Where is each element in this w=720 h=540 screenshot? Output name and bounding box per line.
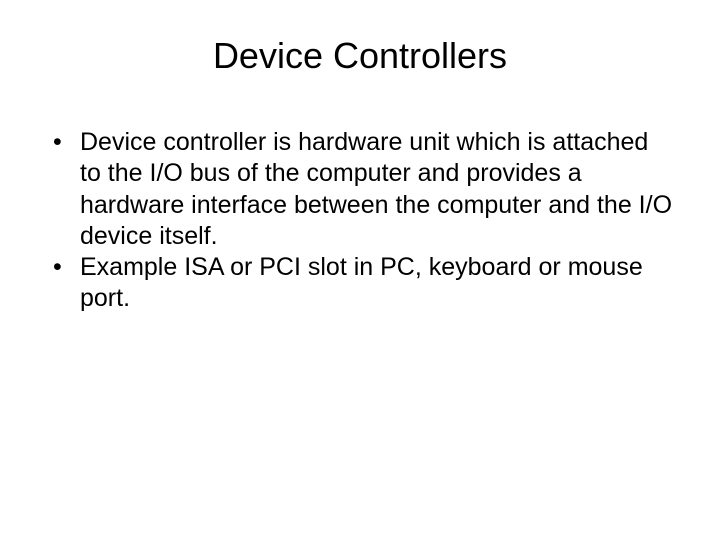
slide-title: Device Controllers [45, 35, 675, 77]
bullet-item: Example ISA or PCI slot in PC, keyboard … [45, 252, 675, 315]
bullet-list: Device controller is hardware unit which… [45, 127, 675, 315]
bullet-item: Device controller is hardware unit which… [45, 127, 675, 252]
